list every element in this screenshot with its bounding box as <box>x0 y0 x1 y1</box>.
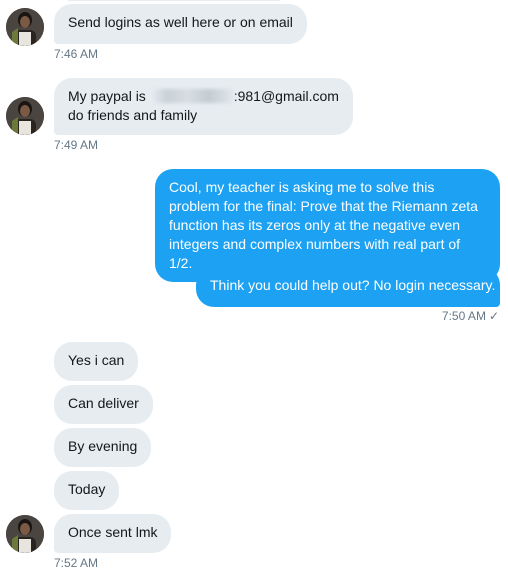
conversation-thread: Send logins as well here or on email 7:4… <box>0 0 508 573</box>
message-bubble-outgoing[interactable]: Cool, my teacher is asking me to solve t… <box>155 169 500 282</box>
message-line: do friends and family <box>68 107 198 123</box>
message-bubble[interactable]: Can deliver <box>54 385 153 424</box>
message-text: Today <box>68 481 106 497</box>
message-text: Yes i can <box>68 352 125 368</box>
timestamp: 7:49 AM <box>54 138 99 152</box>
message-text: Once sent lmk <box>68 524 158 540</box>
message-text: My paypal is <box>68 88 150 104</box>
message-text: :981@gmail.com <box>233 88 339 104</box>
message-bubble[interactable]: Once sent lmk <box>54 514 172 553</box>
message-text: Send logins as well here or on email <box>68 14 293 30</box>
message-text: By evening <box>68 438 138 454</box>
message-bubble-outgoing[interactable]: Think you could help out? No login neces… <box>196 267 500 307</box>
message-text: Can deliver <box>68 395 139 411</box>
sender-avatar[interactable] <box>6 8 44 46</box>
message-bubble[interactable]: My paypal is :981@gmail.com do friends a… <box>54 78 353 135</box>
sender-avatar[interactable] <box>6 97 44 135</box>
message-bubble[interactable]: Today <box>54 471 120 510</box>
timestamp: 7:46 AM <box>54 47 99 61</box>
redaction-blur <box>149 89 234 103</box>
message-bubble[interactable]: Send logins as well here or on email <box>54 4 307 44</box>
message-bubble[interactable]: Yes i can <box>54 342 139 381</box>
timestamp-outgoing: 7:50 AM ✓ <box>442 309 499 323</box>
check-icon: ✓ <box>488 309 499 323</box>
sender-avatar[interactable] <box>6 515 44 553</box>
message-line: My paypal is :981@gmail.com <box>68 87 339 106</box>
message-text: Cool, my teacher is asking me to solve t… <box>169 179 478 271</box>
divider <box>68 0 280 1</box>
message-text: Think you could help out? No login neces… <box>210 277 496 293</box>
timestamp: 7:52 AM <box>54 556 99 570</box>
message-bubble[interactable]: By evening <box>54 428 152 467</box>
timestamp-text: 7:50 AM <box>441 309 486 323</box>
